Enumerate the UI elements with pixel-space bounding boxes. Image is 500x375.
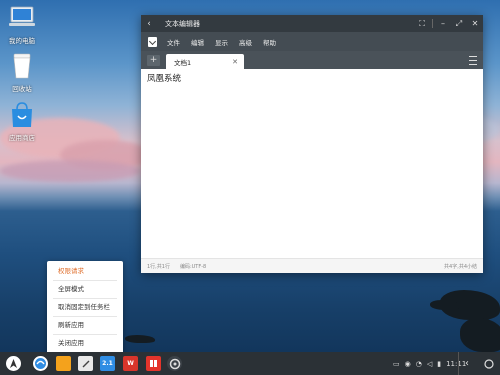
menu-item-close-app[interactable]: 关闭应用 [47, 335, 123, 352]
menu-item-permission-request[interactable]: 权限请求 [47, 263, 123, 280]
battery-icon[interactable]: ▮ [437, 360, 441, 368]
trash-icon [8, 53, 36, 79]
encoding-label: 编码:UTF-8 [179, 263, 207, 270]
window-title: 文本编辑器 [165, 19, 200, 28]
cursor-position: 1行,共1行 [147, 263, 170, 270]
text-editor-window: ‹ 文本编辑器 ⛶ – ⤢ ✕ 文件 编辑 显示 高级 帮助 + 文档1 ✕ 凤… [141, 15, 483, 273]
tab-label: 文档1 [174, 58, 192, 67]
menu-advanced[interactable]: 高级 [239, 37, 252, 47]
menubar: 文件 编辑 显示 高级 帮助 [141, 32, 483, 51]
text-area[interactable]: 凤凰系统 [141, 69, 483, 259]
tab-document[interactable]: 文档1 ✕ [166, 54, 244, 69]
screen-icon[interactable]: ▭ [393, 360, 400, 368]
editor-content: 凤凰系统 [147, 74, 182, 84]
fullscreen-icon[interactable]: ⛶ [414, 19, 430, 29]
editor-app-icon [148, 36, 157, 47]
back-icon[interactable]: ‹ [141, 15, 157, 32]
calendar-label: 2.1 [102, 360, 113, 367]
menu-edit[interactable]: 编辑 [191, 37, 204, 47]
back-nav-icon[interactable]: ‹ [465, 352, 469, 375]
browser-icon[interactable] [33, 356, 48, 371]
desktop-icon-my-computer[interactable]: 我的电脑 [0, 5, 44, 45]
desktop-icon-label: 回收站 [12, 85, 32, 93]
new-tab-button[interactable]: + [147, 55, 160, 66]
tab-bar: + 文档1 ✕ [141, 51, 483, 69]
clock[interactable]: 11:11 [446, 360, 466, 368]
app-store-icon [8, 102, 36, 128]
close-icon[interactable]: ✕ [467, 19, 483, 28]
titlebar-divider [432, 19, 433, 28]
taskbar: 2.1 W ▭ ◉ ◔ ◁ ▮ 11:11 ‹ [0, 352, 500, 375]
wps-icon[interactable]: W [123, 356, 138, 371]
menu-help[interactable]: 帮助 [263, 37, 276, 47]
status-bar: 1行,共1行 编码:UTF-8 共4字,共4小结 [141, 258, 483, 273]
menu-item-fullscreen[interactable]: 全屏模式 [47, 281, 123, 298]
desktop-icon-label: 应用商店 [9, 134, 35, 142]
tab-close-icon[interactable]: ✕ [232, 58, 238, 66]
tray-divider [458, 352, 459, 375]
home-nav-icon[interactable] [484, 352, 494, 375]
calendar-icon[interactable]: 2.1 [100, 356, 115, 371]
menu-item-refresh-app[interactable]: 刷新应用 [47, 317, 123, 334]
window-titlebar[interactable]: ‹ 文本编辑器 ⛶ – ⤢ ✕ [141, 15, 483, 32]
text-editor-icon[interactable] [78, 356, 93, 371]
list-menu-icon[interactable] [469, 56, 477, 65]
eye-icon[interactable]: ◉ [405, 360, 411, 368]
desktop-icon-app-store[interactable]: 应用商店 [0, 102, 44, 142]
desktop-icon-trash[interactable]: 回收站 [0, 53, 44, 93]
menu-view[interactable]: 显示 [215, 37, 228, 47]
computer-icon [8, 5, 36, 31]
menu-file[interactable]: 文件 [167, 37, 180, 47]
char-count: 共4字,共4小结 [444, 263, 477, 270]
restore-icon[interactable]: ⤢ [451, 19, 467, 29]
desktop-icon-label: 我的电脑 [9, 37, 35, 45]
minimize-icon[interactable]: – [435, 19, 451, 28]
start-icon[interactable] [6, 356, 21, 371]
settings-icon[interactable] [167, 356, 182, 371]
wifi-icon[interactable]: ◔ [416, 360, 422, 368]
menu-item-unpin[interactable]: 取消固定到任务栏 [47, 299, 123, 316]
taskbar-context-menu: 权限请求 全屏模式 取消固定到任务栏 刷新应用 关闭应用 [47, 261, 123, 358]
files-icon[interactable] [56, 356, 71, 371]
volume-icon[interactable]: ◁ [427, 360, 432, 368]
office-icon[interactable] [146, 356, 161, 371]
